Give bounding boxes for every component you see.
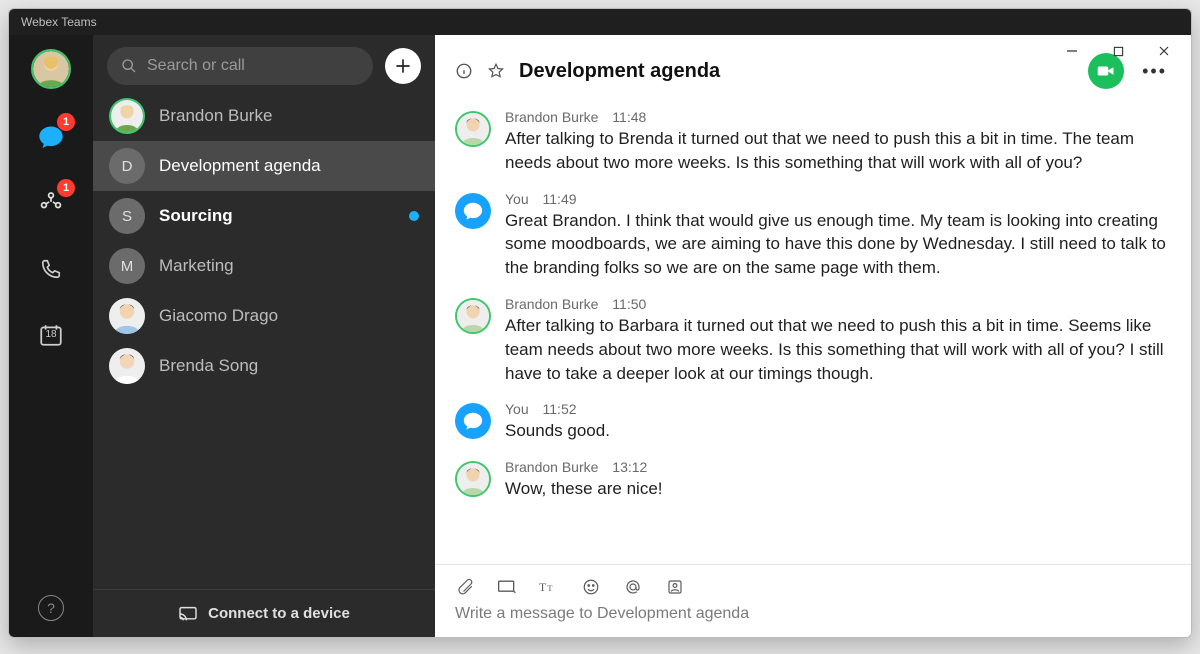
emoji-icon[interactable] xyxy=(581,577,601,597)
avatar-self-chat xyxy=(455,193,491,229)
cast-icon xyxy=(178,606,198,622)
message-input[interactable] xyxy=(455,605,1171,623)
message-text: After talking to Brenda it turned out th… xyxy=(505,127,1171,175)
composer-toolbar: TT xyxy=(455,569,1171,603)
search-icon xyxy=(121,58,137,74)
conversation-label: Brenda Song xyxy=(159,356,419,376)
format-icon[interactable]: TT xyxy=(539,577,559,597)
avatar-self-chat xyxy=(455,403,491,439)
message-meta: You 11:52 xyxy=(505,401,1171,417)
message-meta: Brandon Burke 13:12 xyxy=(505,459,1171,475)
close-button[interactable] xyxy=(1141,37,1187,65)
conversation-label: Giacomo Drago xyxy=(159,306,419,326)
conversation-item[interactable]: Giacomo Drago xyxy=(93,291,435,341)
sidebar: Brandon Burke D Development agenda S Sourcin… xyxy=(93,35,435,637)
chat-nav-icon[interactable]: 1 xyxy=(33,119,69,155)
mention-icon[interactable] xyxy=(623,577,643,597)
attach-icon[interactable] xyxy=(455,577,475,597)
screenshot-icon[interactable] xyxy=(497,577,517,597)
search-input[interactable] xyxy=(147,57,359,75)
chat-badge: 1 xyxy=(57,113,75,131)
message-time: 11:49 xyxy=(543,191,577,207)
conversation-item[interactable]: S Sourcing xyxy=(93,191,435,241)
message-meta: You 11:49 xyxy=(505,191,1171,207)
conversation-item[interactable]: Brandon Burke xyxy=(93,91,435,141)
star-icon[interactable] xyxy=(487,62,505,80)
conversation-label: Brandon Burke xyxy=(159,106,419,126)
message-time: 11:52 xyxy=(543,401,577,417)
connect-device-button[interactable]: Connect to a device xyxy=(93,589,435,637)
calls-nav-icon[interactable] xyxy=(33,251,69,287)
message-text: Sounds good. xyxy=(505,419,1171,443)
avatar-person xyxy=(455,298,491,334)
chat-pane: Development agenda ••• Brandon Burke 11:… xyxy=(435,35,1191,637)
conversation-item[interactable]: M Marketing xyxy=(93,241,435,291)
composer-input-wrap xyxy=(455,603,1171,627)
message-text: After talking to Barbara it turned out t… xyxy=(505,314,1171,385)
svg-text:T: T xyxy=(547,584,552,593)
titlebar: Webex Teams xyxy=(9,9,1191,35)
message-row: You 11:49 Great Brandon. I think that wo… xyxy=(455,185,1171,290)
nav-rail: 1 1 18 ? xyxy=(9,35,93,637)
message-list: Brandon Burke 11:48 After talking to Bre… xyxy=(435,99,1191,564)
info-icon[interactable] xyxy=(455,62,473,80)
app-title: Webex Teams xyxy=(21,15,97,29)
conversation-item[interactable]: D Development agenda xyxy=(93,141,435,191)
message-row: Brandon Burke 13:12 Wow, these are nice! xyxy=(455,453,1171,511)
unread-dot xyxy=(409,211,419,221)
teamwork-nav-icon[interactable]: 1 xyxy=(33,185,69,221)
help-icon[interactable]: ? xyxy=(38,595,64,621)
message-row: You 11:52 Sounds good. xyxy=(455,395,1171,453)
chat-title: Development agenda xyxy=(519,60,720,83)
avatar-letter: M xyxy=(109,248,145,284)
video-icon xyxy=(1097,64,1115,78)
message-author: Brandon Burke xyxy=(505,296,598,312)
people-icon[interactable] xyxy=(665,577,685,597)
message-time: 11:48 xyxy=(612,109,646,125)
message-time: 11:50 xyxy=(612,296,646,312)
message-author: You xyxy=(505,191,529,207)
maximize-button[interactable] xyxy=(1095,37,1141,65)
conversation-label: Marketing xyxy=(159,256,419,276)
message-author: You xyxy=(505,401,529,417)
avatar-person xyxy=(455,111,491,147)
search-box[interactable] xyxy=(107,47,373,85)
conversation-label: Development agenda xyxy=(159,156,419,176)
plus-icon xyxy=(394,57,412,75)
avatar-person xyxy=(455,461,491,497)
avatar-person xyxy=(109,298,145,334)
avatar-person xyxy=(109,98,145,134)
add-button[interactable] xyxy=(385,48,421,84)
self-avatar[interactable] xyxy=(31,49,71,89)
avatar-letter: D xyxy=(109,148,145,184)
message-row: Brandon Burke 11:48 After talking to Bre… xyxy=(455,103,1171,185)
message-row: Brandon Burke 11:50 After talking to Bar… xyxy=(455,290,1171,395)
app-window: Webex Teams 1 1 18 ? xyxy=(8,8,1192,638)
composer: TT xyxy=(435,564,1191,637)
message-text: Great Brandon. I think that would give u… xyxy=(505,209,1171,280)
avatar-letter: S xyxy=(109,198,145,234)
window-controls xyxy=(1049,37,1187,65)
avatar-person xyxy=(109,348,145,384)
message-meta: Brandon Burke 11:50 xyxy=(505,296,1171,312)
message-author: Brandon Burke xyxy=(505,109,598,125)
calendar-number: 18 xyxy=(45,329,56,340)
conversation-label: Sourcing xyxy=(159,206,395,226)
calendar-nav-icon[interactable]: 18 xyxy=(33,317,69,353)
teamwork-badge: 1 xyxy=(57,179,75,197)
conversation-item[interactable]: Brenda Song xyxy=(93,341,435,391)
connect-label: Connect to a device xyxy=(208,605,350,622)
svg-text:T: T xyxy=(539,581,546,594)
message-text: Wow, these are nice! xyxy=(505,477,1171,501)
conversation-list: Brandon Burke D Development agenda S Sourcin… xyxy=(93,91,435,589)
minimize-button[interactable] xyxy=(1049,37,1095,65)
message-time: 13:12 xyxy=(612,459,647,475)
message-meta: Brandon Burke 11:48 xyxy=(505,109,1171,125)
message-author: Brandon Burke xyxy=(505,459,598,475)
